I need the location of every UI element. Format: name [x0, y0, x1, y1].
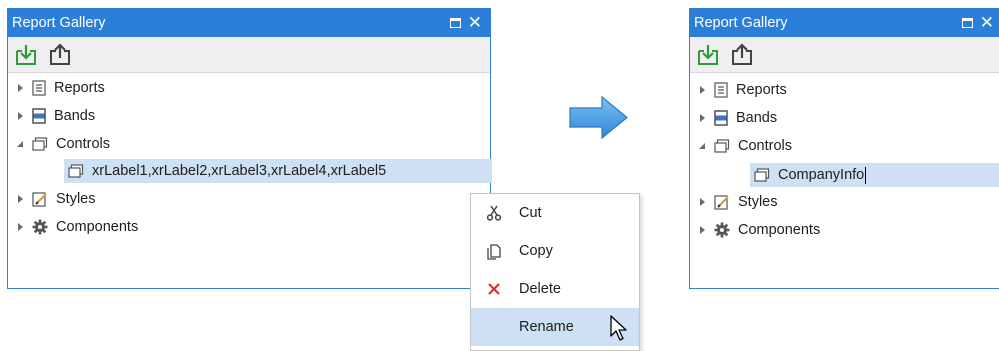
tree-node-rename-editor[interactable]: CompanyInfo: [750, 163, 999, 187]
copy-icon: [485, 242, 503, 260]
menu-item-rename[interactable]: Rename: [471, 308, 639, 346]
transition-arrow-icon: [569, 95, 628, 140]
tree-node-bands[interactable]: Bands: [16, 104, 95, 128]
panel-title-bar: Report Gallery ✕: [8, 9, 490, 37]
export-icon[interactable]: [730, 43, 754, 67]
maximize-icon[interactable]: [961, 18, 973, 28]
panel-title-bar: Report Gallery ✕: [690, 9, 999, 37]
panel-title: Report Gallery: [694, 15, 788, 31]
maximize-icon[interactable]: [449, 18, 461, 28]
expand-arrow-icon[interactable]: [16, 194, 26, 204]
expand-arrow-icon[interactable]: [698, 113, 708, 123]
context-menu: Cut Copy Delete Rename: [470, 193, 640, 351]
bands-icon: [714, 110, 728, 126]
tree-node-reports[interactable]: Reports: [698, 78, 787, 102]
tree-node-components[interactable]: Components: [698, 218, 820, 242]
styles-icon: [714, 194, 730, 210]
expand-arrow-icon[interactable]: [16, 83, 26, 93]
styles-icon: [32, 191, 48, 207]
control-icon: [68, 164, 84, 178]
tree-node-controls[interactable]: Controls: [698, 134, 792, 158]
import-icon[interactable]: [696, 43, 720, 67]
report-icon: [32, 80, 46, 96]
expand-arrow-icon[interactable]: [698, 197, 708, 207]
collapse-arrow-icon[interactable]: [16, 139, 26, 149]
report-gallery-panel-before: Report Gallery ✕ Reports Bands Controls …: [7, 8, 492, 289]
panel-title: Report Gallery: [12, 15, 106, 31]
control-icon: [754, 168, 770, 182]
report-icon: [714, 82, 728, 98]
expand-arrow-icon[interactable]: [698, 225, 708, 235]
scissors-icon: [485, 204, 503, 222]
expand-arrow-icon[interactable]: [16, 222, 26, 232]
expand-arrow-icon[interactable]: [698, 85, 708, 95]
tree-node-bands[interactable]: Bands: [698, 106, 777, 130]
bands-icon: [32, 108, 46, 124]
tree-node-reports[interactable]: Reports: [16, 76, 105, 100]
tree-node-styles[interactable]: Styles: [698, 190, 778, 214]
report-gallery-panel-after: Report Gallery ✕ Reports Bands Controls …: [689, 8, 999, 289]
gear-icon: [714, 222, 730, 238]
delete-x-icon: [485, 280, 503, 298]
menu-item-cut[interactable]: Cut: [471, 194, 639, 232]
tree-node-styles[interactable]: Styles: [16, 187, 96, 211]
export-icon[interactable]: [48, 43, 72, 67]
panel-toolbar: [690, 37, 999, 73]
menu-item-copy[interactable]: Copy: [471, 232, 639, 270]
control-icon: [32, 137, 48, 151]
menu-item-delete[interactable]: Delete: [471, 270, 639, 308]
close-icon[interactable]: ✕: [468, 9, 482, 37]
expand-arrow-icon[interactable]: [16, 111, 26, 121]
tree-node-controls[interactable]: Controls: [16, 132, 110, 156]
mouse-cursor-icon: [610, 315, 627, 341]
import-icon[interactable]: [14, 43, 38, 67]
collapse-arrow-icon[interactable]: [698, 141, 708, 151]
close-icon[interactable]: ✕: [980, 9, 994, 37]
control-icon: [714, 139, 730, 153]
rename-input[interactable]: CompanyInfo: [778, 167, 864, 183]
tree-node-selected-labels[interactable]: xrLabel1,xrLabel2,xrLabel3,xrLabel4,xrLa…: [64, 159, 492, 183]
gear-icon: [32, 219, 48, 235]
text-caret: [865, 166, 867, 184]
tree-node-components[interactable]: Components: [16, 215, 138, 239]
panel-toolbar: [8, 37, 490, 73]
